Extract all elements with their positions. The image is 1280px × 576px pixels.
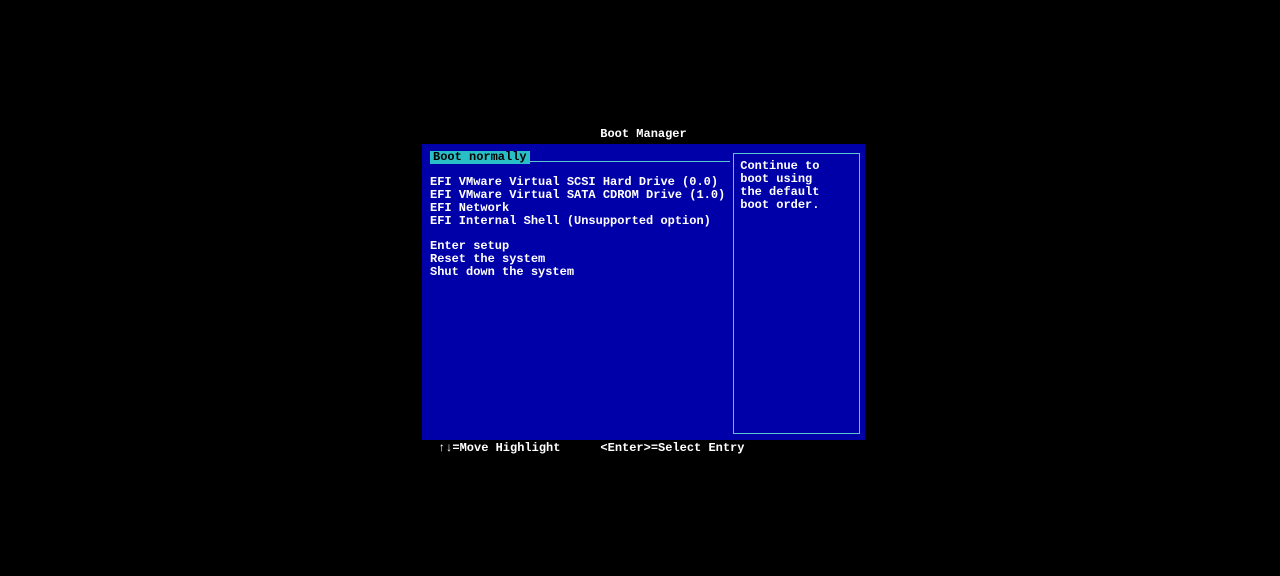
boot-manager-screen: Boot Manager Boot normally EFI VMware Vi… <box>422 128 865 455</box>
help-text-line2: the default boot order. <box>740 186 853 212</box>
boot-normally-item[interactable]: Boot normally <box>430 151 530 164</box>
panels: Boot normally EFI VMware Virtual SCSI Ha… <box>422 144 865 440</box>
help-panel: Continue to boot using the default boot … <box>733 153 860 434</box>
boot-menu: EFI VMware Virtual SCSI Hard Drive (0.0)… <box>430 176 725 279</box>
help-text-line1: Continue to boot using <box>740 160 853 186</box>
boot-option-shell[interactable]: EFI Internal Shell (Unsupported option) <box>430 215 725 228</box>
shutdown-system-item[interactable]: Shut down the system <box>430 266 725 279</box>
hint-select: <Enter>=Select Entry <box>600 442 744 455</box>
left-panel: Boot normally EFI VMware Virtual SCSI Ha… <box>422 144 733 440</box>
hint-move: ↑↓=Move Highlight <box>438 442 560 455</box>
key-hints: ↑↓=Move Highlight <Enter>=Select Entry <box>422 442 865 455</box>
page-title: Boot Manager <box>422 128 865 141</box>
